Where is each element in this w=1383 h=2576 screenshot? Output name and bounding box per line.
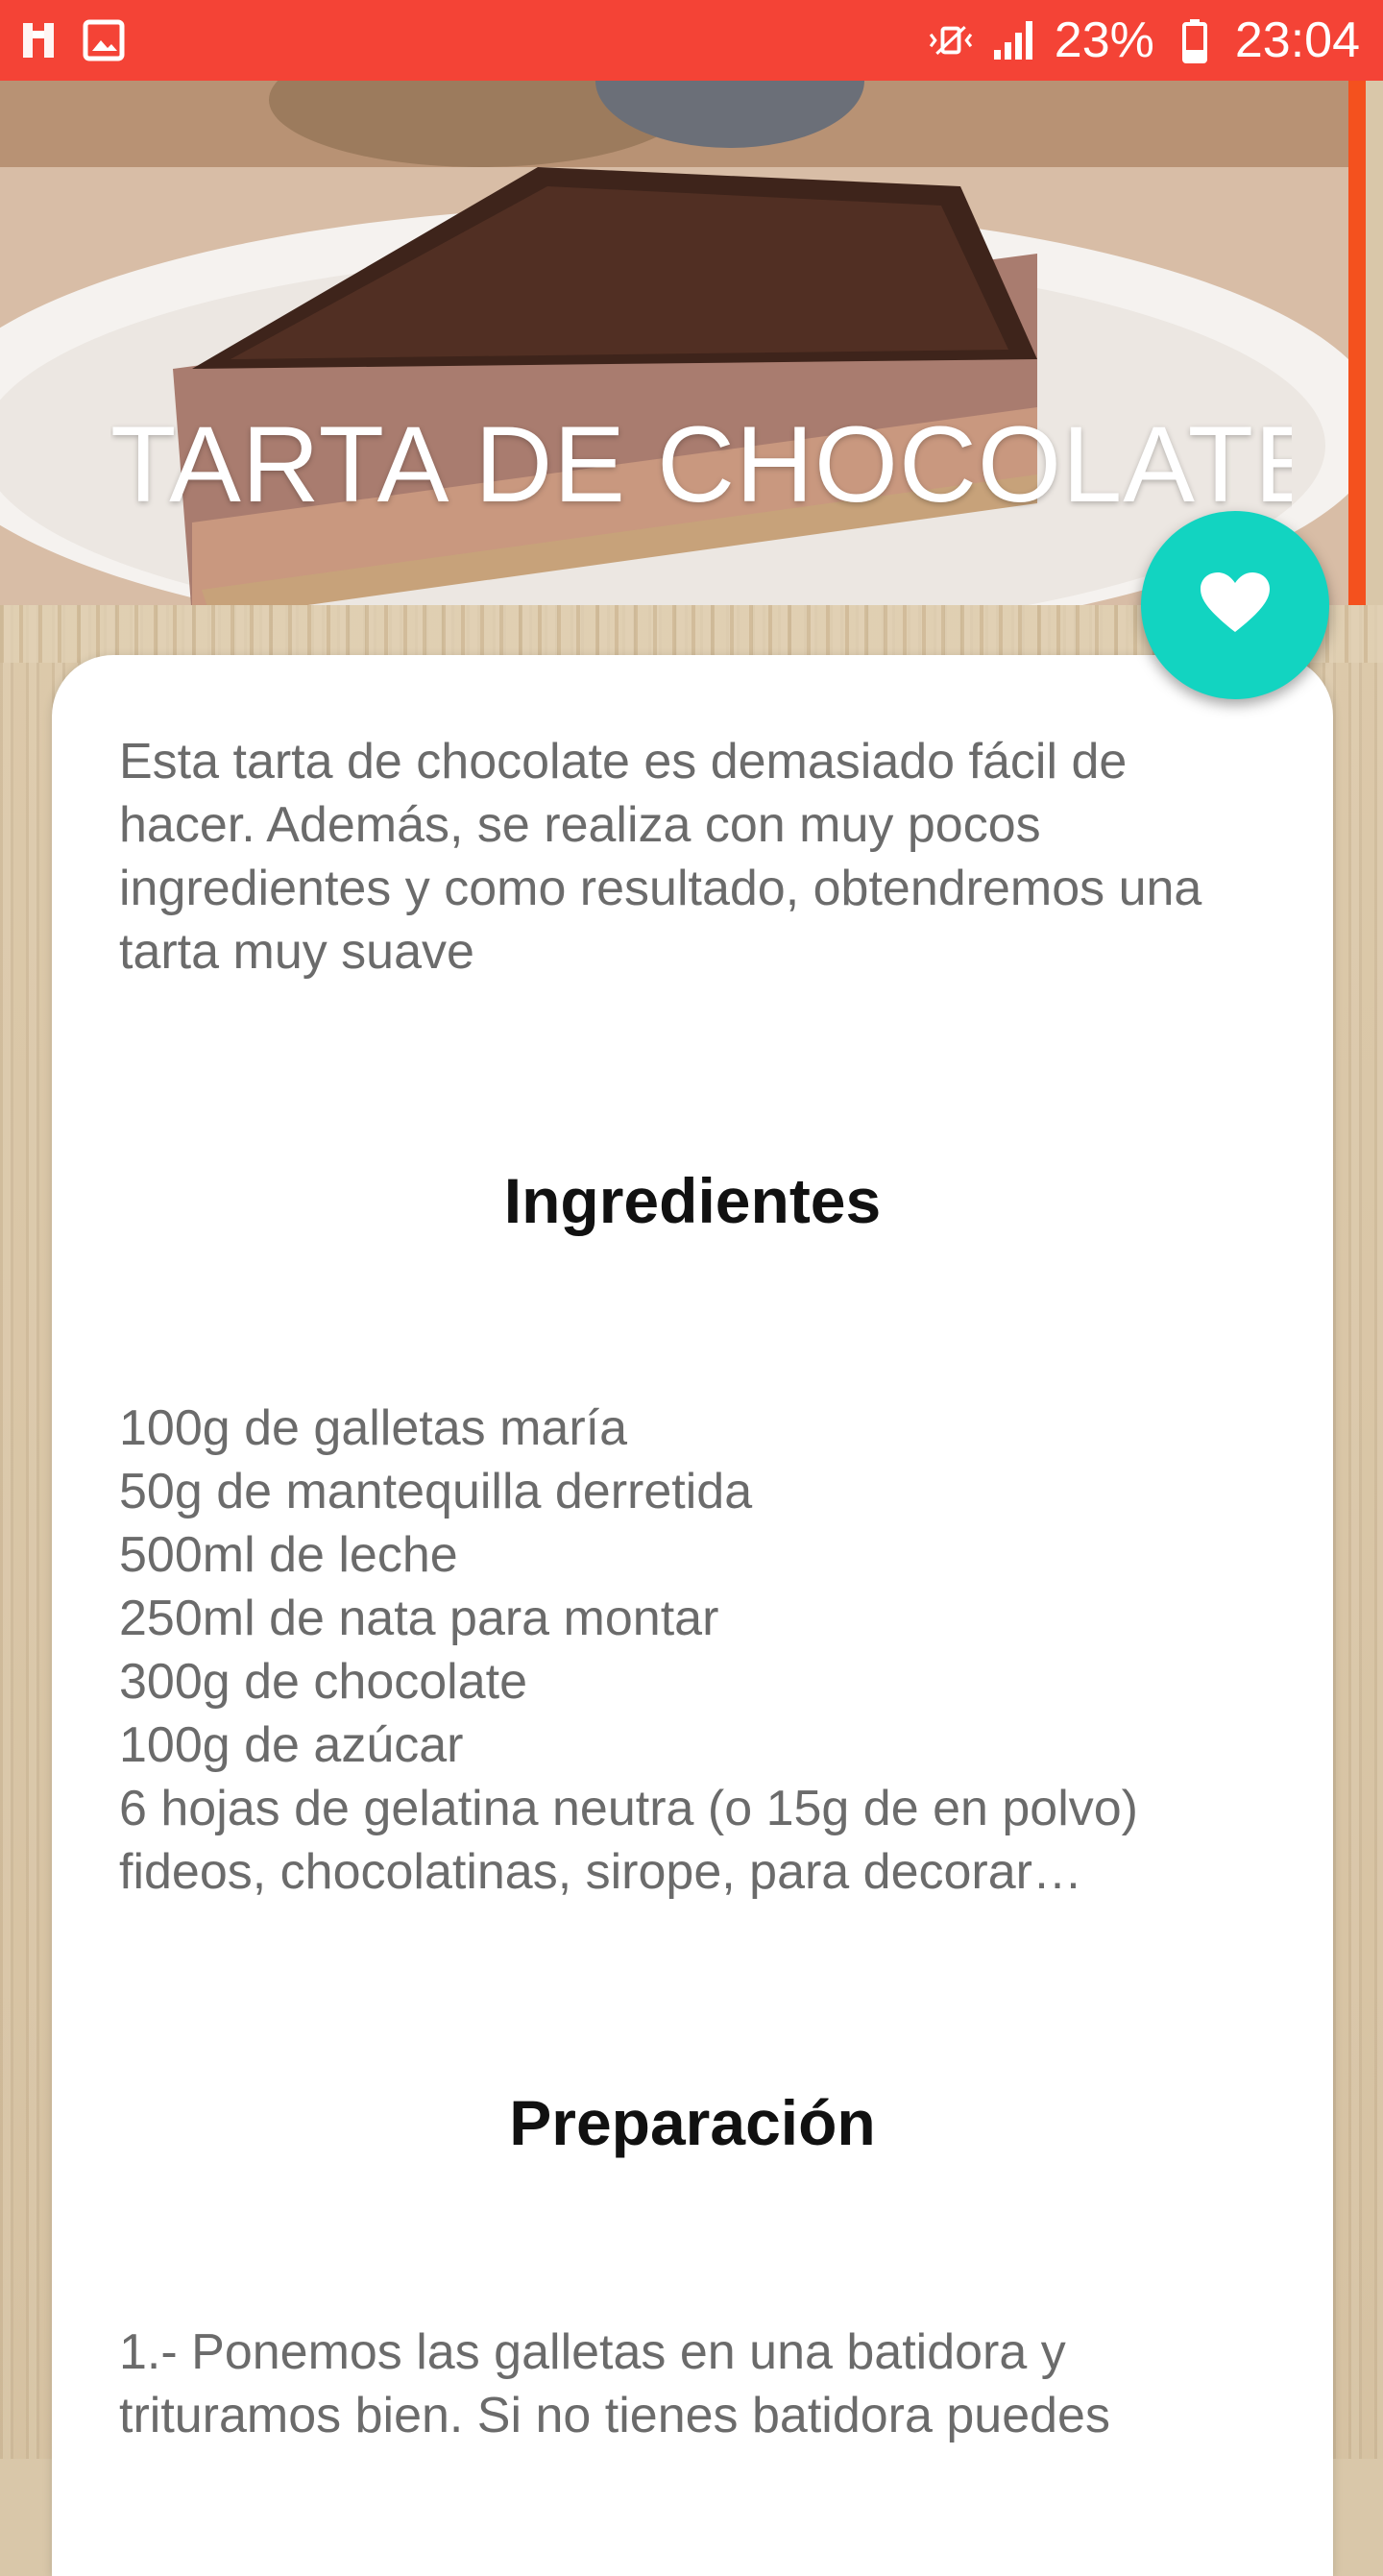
ingredient-item: fideos, chocolatinas, sirope, para decor… — [119, 1844, 1082, 1900]
image-icon — [81, 17, 127, 63]
recipe-hero-image: TARTA DE CHOCOLATE — [0, 81, 1366, 605]
ingredients-list: 100g de galletas maría 50g de mantequill… — [119, 1397, 1310, 1904]
preparation-heading: Preparación — [509, 2087, 876, 2158]
battery-icon — [1172, 17, 1218, 63]
ingredient-item: 100g de galletas maría — [119, 1400, 628, 1456]
recipe-description: Esta tarta de chocolate es demasiado fác… — [119, 734, 1202, 980]
notification-icon — [15, 17, 61, 63]
ingredients-heading: Ingredientes — [503, 1165, 882, 1236]
ingredient-item: 6 hojas de gelatina neutra (o 15g de en … — [119, 1781, 1138, 1836]
chocolate-cake-illustration — [0, 81, 1366, 605]
ingredient-item: 300g de chocolate — [119, 1654, 528, 1710]
signal-icon — [991, 17, 1037, 63]
preparation-text: 1.- Ponemos las galletas en una batidora… — [119, 2324, 1110, 2443]
ingredient-item: 50g de mantequilla derretida — [119, 1464, 753, 1519]
ingredient-item: 500ml de leche — [119, 1527, 458, 1583]
ingredient-item: 100g de azúcar — [119, 1717, 464, 1773]
recipe-title: TARTA DE CHOCOLATE — [110, 404, 1292, 524]
ingredient-item: 250ml de nata para montar — [119, 1591, 719, 1646]
favorite-button[interactable] — [1141, 511, 1329, 699]
clock: 23:04 — [1234, 12, 1360, 68]
status-bar: 23% 23:04 — [0, 0, 1383, 81]
heart-icon — [1201, 571, 1270, 639]
recipe-card: Esta tarta de chocolate es demasiado fác… — [52, 655, 1333, 2576]
vibrate-icon — [928, 17, 974, 63]
hero-accent-strip — [1348, 81, 1366, 605]
battery-percentage: 23% — [1054, 12, 1154, 68]
